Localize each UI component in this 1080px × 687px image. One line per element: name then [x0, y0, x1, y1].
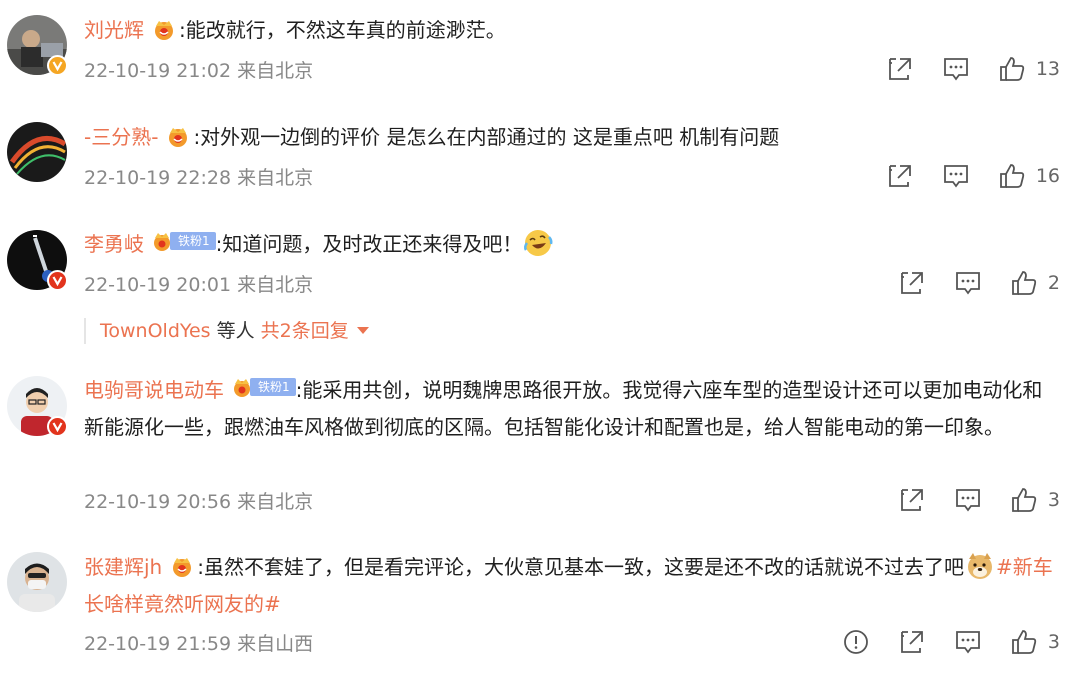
- like-count: 3: [1047, 489, 1060, 511]
- avatar[interactable]: [7, 552, 67, 612]
- username-link[interactable]: 张建辉jh: [84, 555, 162, 579]
- crown-icon: [169, 128, 188, 147]
- comment-actions: 16: [858, 162, 1060, 190]
- verified-badge-icon: [47, 55, 68, 76]
- reply-user-link[interactable]: TownOldYes: [100, 320, 211, 342]
- like-count: 2: [1047, 272, 1060, 294]
- comment-meta: 22-10-19 21:59 来自山西: [84, 633, 314, 655]
- share-icon[interactable]: [898, 269, 926, 297]
- doge-emoji: [967, 553, 992, 579]
- crown-icon: [173, 558, 192, 577]
- fan-crown-icon: [234, 379, 250, 397]
- like-count: 13: [1035, 58, 1060, 80]
- verified-badge-icon: [47, 416, 68, 437]
- username-link[interactable]: 电驹哥说电动车: [84, 378, 224, 402]
- comment-meta: 22-10-19 20:56 来自北京: [84, 491, 314, 513]
- comment-meta: 22-10-19 21:02 来自北京: [84, 60, 314, 82]
- avatar[interactable]: [7, 122, 67, 182]
- reply-summary: TownOldYes 等人 共2条回复: [84, 318, 369, 344]
- username-link[interactable]: 李勇岐: [84, 232, 144, 256]
- comment-text: :能改就行，不然这车真的前途渺茫。: [179, 18, 506, 42]
- like-count: 3: [1047, 631, 1060, 653]
- comment-actions: 2: [870, 269, 1060, 297]
- like-count: 16: [1035, 165, 1060, 187]
- comment-icon[interactable]: [942, 162, 970, 190]
- comment-text: :虽然不套娃了，但是看完评论，大伙意见基本一致，这要是还不改的话就说不过去了吧: [197, 555, 964, 579]
- laughing-crying-emoji: [524, 230, 553, 256]
- fan-badge: 铁粉1: [230, 377, 296, 397]
- share-icon[interactable]: [898, 628, 926, 656]
- reply-connector: 等人: [210, 320, 255, 342]
- like-icon[interactable]: [998, 55, 1026, 83]
- comment-icon[interactable]: [954, 486, 982, 514]
- fan-badge: 铁粉1: [150, 231, 216, 251]
- like-icon[interactable]: [1010, 486, 1038, 514]
- share-icon[interactable]: [886, 55, 914, 83]
- caret-down-icon: [356, 327, 369, 334]
- fan-crown-icon: [154, 233, 170, 251]
- like-icon[interactable]: [998, 162, 1026, 190]
- username-link[interactable]: -三分熟-: [84, 125, 158, 149]
- comment-text: :对外观一边倒的评价 是怎么在内部通过的 这是重点吧 机制有问题: [193, 125, 780, 149]
- comment-actions: 13: [858, 55, 1060, 83]
- crown-icon: [155, 21, 173, 40]
- comment-icon[interactable]: [942, 55, 970, 83]
- comment-text: :能采用共创，说明魏牌思路很开放。我觉得六座车型的造型设计还可以更加电动化和新能…: [84, 378, 1043, 439]
- username-link[interactable]: 刘光辉: [84, 18, 144, 42]
- comment-actions: 3: [814, 628, 1060, 656]
- comment-meta: 22-10-19 20:01 来自北京: [84, 274, 314, 296]
- comment-icon[interactable]: [954, 269, 982, 297]
- share-icon[interactable]: [898, 486, 926, 514]
- comment-icon[interactable]: [954, 628, 982, 656]
- share-icon[interactable]: [886, 162, 914, 190]
- like-icon[interactable]: [1010, 628, 1038, 656]
- comment-text: :知道问题，及时改正还来得及吧！: [215, 232, 523, 256]
- comment-meta: 22-10-19 22:28 来自北京: [84, 167, 314, 189]
- expand-replies-label: 共2条回复: [260, 320, 349, 342]
- like-icon[interactable]: [1010, 269, 1038, 297]
- expand-replies-button[interactable]: 共2条回复: [261, 320, 369, 342]
- comment-actions: 3: [870, 486, 1060, 514]
- report-icon[interactable]: [842, 628, 870, 656]
- verified-badge-icon: [47, 270, 68, 291]
